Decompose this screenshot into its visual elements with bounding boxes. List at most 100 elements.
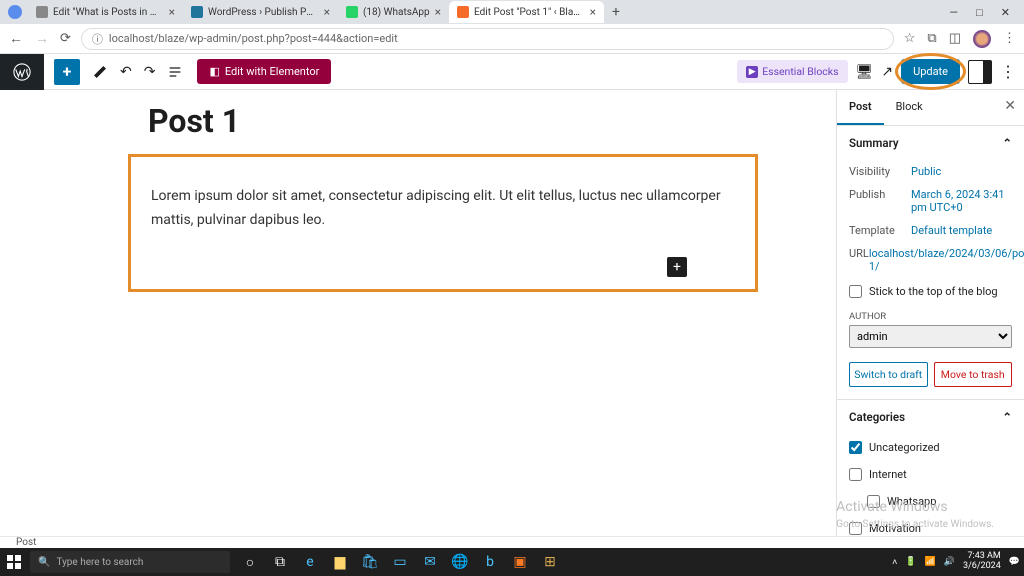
back-button[interactable]: ←	[8, 30, 24, 47]
url-input[interactable]: ⓘ localhost/blaze/wp-admin/post.php?post…	[81, 28, 894, 50]
wifi-icon[interactable]: 📶	[925, 557, 936, 567]
switch-to-draft-button[interactable]: Switch to draft	[849, 362, 928, 387]
tray-chevron-icon[interactable]: ˄	[892, 557, 897, 568]
url-label: URL	[849, 247, 869, 273]
taskbar-clock[interactable]: 7:43 AM 3/6/2024	[963, 552, 1001, 572]
forward-button[interactable]: →	[34, 30, 50, 47]
start-button[interactable]	[0, 548, 28, 576]
close-icon[interactable]: ×	[435, 5, 441, 19]
tab-title: Edit Post "Post 1" ‹ Blaze — Wo	[474, 7, 585, 18]
browser-tab[interactable]: WordPress › Publish Posts ×	[183, 1, 338, 23]
essential-blocks-button[interactable]: Essential Blocks	[737, 60, 847, 83]
undo-button[interactable]: ↶	[120, 64, 132, 80]
device-preview-icon[interactable]: 🖥	[856, 64, 874, 80]
side-panel-icon[interactable]: ◫	[949, 31, 961, 46]
category-checkbox[interactable]	[849, 441, 862, 454]
maximize-button[interactable]: □	[976, 6, 983, 19]
edge-icon[interactable]: e	[296, 548, 324, 576]
browser-tab[interactable]: Edit "What is Posts in WordPres ×	[28, 1, 183, 23]
publish-value[interactable]: March 6, 2024 3:41 pm UTC+0	[911, 188, 1012, 214]
tab-block[interactable]: Block	[884, 90, 935, 125]
stick-top-checkbox[interactable]	[849, 285, 862, 298]
cortana-icon[interactable]: ○	[236, 548, 264, 576]
add-block-button[interactable]: +	[54, 59, 80, 85]
search-placeholder: Type here to search	[56, 557, 143, 568]
category-item: Whatsapp	[837, 488, 1024, 515]
tab-title: Edit "What is Posts in WordPres	[53, 7, 164, 18]
author-heading: AUTHOR	[837, 305, 1024, 325]
close-icon[interactable]: ×	[324, 5, 330, 19]
visibility-value[interactable]: Public	[911, 165, 1012, 178]
xampp-icon[interactable]: ▣	[506, 548, 534, 576]
reload-button[interactable]: ⟳	[60, 31, 71, 46]
settings-panel-toggle[interactable]	[968, 60, 992, 84]
redo-button[interactable]: ↷	[144, 64, 156, 80]
edit-with-elementor-button[interactable]: Edit with Elementor	[197, 59, 331, 84]
settings-sidebar: Post Block ✕ Summary ⌃ Visibility Public…	[836, 90, 1024, 536]
profile-badge[interactable]	[8, 5, 22, 19]
outline-icon[interactable]	[167, 64, 183, 80]
phone-link-icon[interactable]: ▭	[386, 548, 414, 576]
wp-logo[interactable]	[0, 54, 44, 90]
info-icon: ⓘ	[92, 31, 103, 47]
publish-label: Publish	[849, 188, 911, 214]
category-item: Uncategorized	[837, 434, 1024, 461]
profile-avatar[interactable]	[973, 30, 991, 48]
categories-panel-header[interactable]: Categories ⌃	[837, 400, 1024, 434]
bing-icon[interactable]: b	[476, 548, 504, 576]
volume-icon[interactable]: 🔊	[944, 557, 955, 567]
minimize-button[interactable]: —	[950, 6, 959, 19]
post-content-block[interactable]: Lorem ipsum dolor sit amet, consectetur …	[128, 154, 758, 292]
wp-toolbar: + ↶ ↷ Edit with Elementor Essential Bloc…	[0, 54, 1024, 90]
battery-icon[interactable]: 🔋	[905, 557, 916, 567]
close-icon[interactable]: ×	[169, 5, 175, 19]
inline-add-block-button[interactable]: +	[667, 257, 687, 277]
template-label: Template	[849, 224, 911, 237]
category-checkbox[interactable]	[867, 495, 880, 508]
preview-link-icon[interactable]: ↗	[881, 64, 893, 80]
extensions-icon[interactable]: ⧉	[927, 31, 936, 46]
windows-taskbar: 🔍 Type here to search ○ ⧉ e ▆ 🛍 ▭ ✉ 🌐 b …	[0, 548, 1024, 576]
category-item: Internet	[837, 461, 1024, 488]
browser-tab[interactable]: (18) WhatsApp ×	[338, 1, 449, 23]
summary-panel-header[interactable]: Summary ⌃	[837, 126, 1024, 160]
chrome-icon[interactable]: 🌐	[446, 548, 474, 576]
browser-tab-active[interactable]: Edit Post "Post 1" ‹ Blaze — Wo ×	[449, 1, 604, 23]
update-button[interactable]: Update	[901, 59, 960, 84]
app-icon[interactable]: ⊞	[536, 548, 564, 576]
summary-title: Summary	[849, 136, 899, 150]
category-checkbox[interactable]	[849, 522, 862, 535]
menu-icon[interactable]: ⋮	[1003, 31, 1016, 46]
category-checkbox[interactable]	[849, 468, 862, 481]
eb-label: Essential Blocks	[762, 65, 838, 78]
categories-title: Categories	[849, 410, 905, 424]
close-button[interactable]: ✕	[1001, 6, 1010, 19]
category-label: Internet	[869, 468, 907, 481]
editor-canvas[interactable]: Post 1 Lorem ipsum dolor sit amet, conse…	[0, 90, 836, 536]
tab-title: WordPress › Publish Posts	[208, 7, 319, 18]
author-select[interactable]: admin	[849, 325, 1012, 348]
options-menu-icon[interactable]: ⋮	[1000, 62, 1016, 81]
store-icon[interactable]: 🛍	[356, 548, 384, 576]
paragraph-text[interactable]: Lorem ipsum dolor sit amet, consectetur …	[151, 185, 735, 233]
notification-icon[interactable]: 💬	[1009, 557, 1020, 567]
tab-title: (18) WhatsApp	[363, 7, 430, 18]
edit-mode-icon[interactable]	[92, 64, 108, 80]
template-value[interactable]: Default template	[911, 224, 1012, 237]
move-to-trash-button[interactable]: Move to trash	[934, 362, 1013, 387]
explorer-icon[interactable]: ▆	[326, 548, 354, 576]
post-title[interactable]: Post 1	[128, 102, 758, 140]
category-label: Uncategorized	[869, 441, 940, 454]
new-tab-button[interactable]: +	[604, 4, 628, 20]
sidebar-close-icon[interactable]: ✕	[1004, 98, 1016, 114]
search-icon: 🔍	[38, 557, 50, 568]
tab-post[interactable]: Post	[837, 90, 884, 125]
close-icon[interactable]: ×	[590, 5, 596, 19]
url-text: localhost/blaze/wp-admin/post.php?post=4…	[109, 32, 398, 45]
star-icon[interactable]: ☆	[904, 31, 916, 46]
address-bar: ← → ⟳ ⓘ localhost/blaze/wp-admin/post.ph…	[0, 24, 1024, 54]
task-view-icon[interactable]: ⧉	[266, 548, 294, 576]
mail-icon[interactable]: ✉	[416, 548, 444, 576]
taskbar-search[interactable]: 🔍 Type here to search	[30, 551, 230, 573]
url-value[interactable]: localhost/blaze/2024/03/06/post-1/	[869, 247, 1024, 273]
